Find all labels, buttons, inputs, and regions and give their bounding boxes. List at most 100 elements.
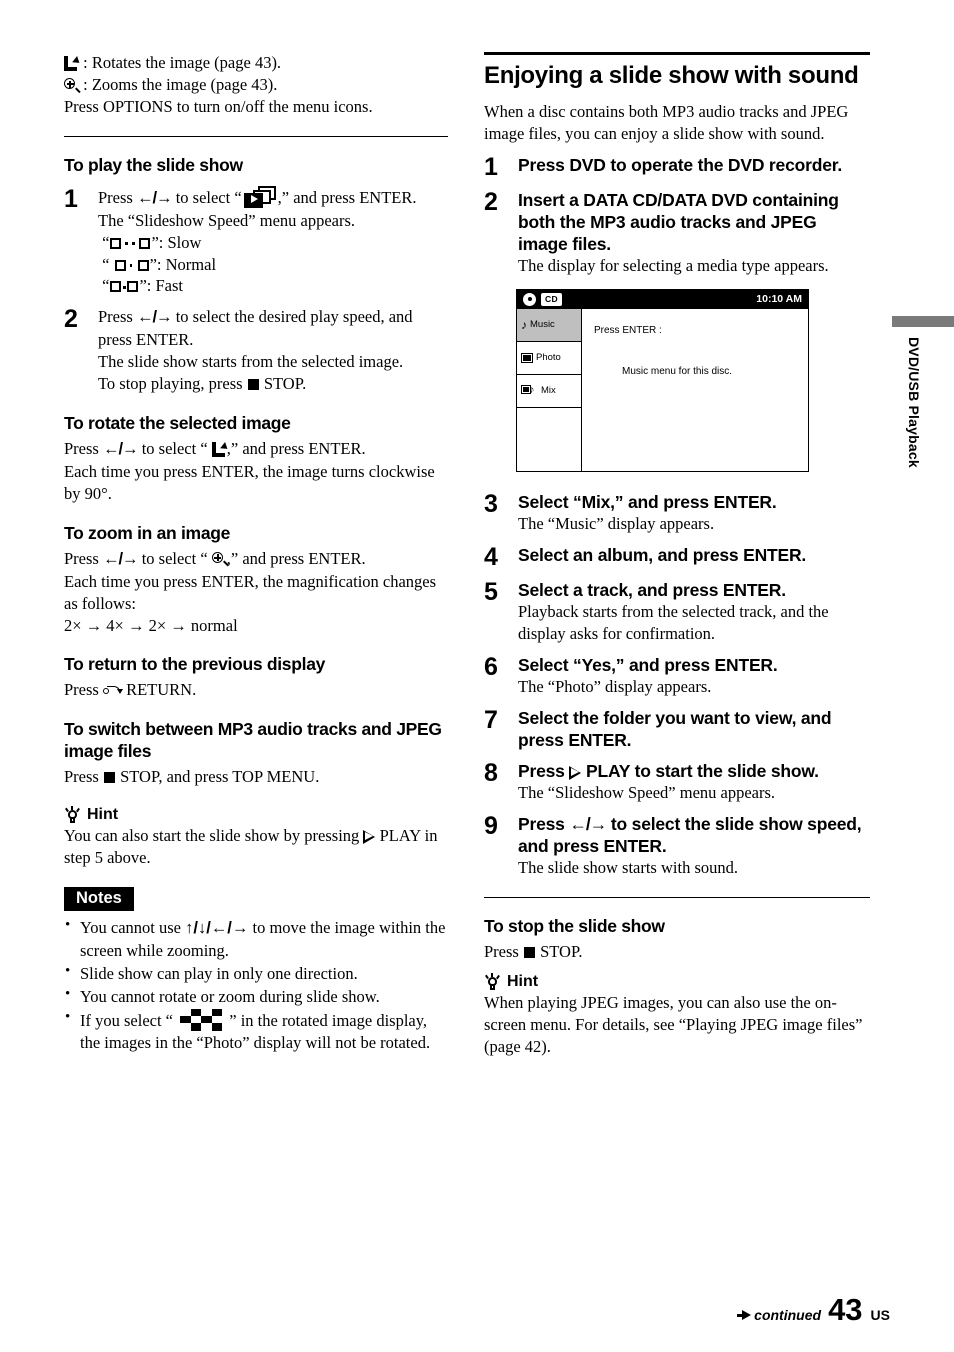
page-title: Enjoying a slide show with sound: [484, 62, 859, 89]
tv-menu-item-music-label: Music: [530, 319, 555, 331]
tv-menu-item-empty: [517, 408, 581, 441]
hint-header: Hint: [64, 805, 448, 824]
right-step-8-number: 8: [484, 758, 498, 787]
right-step-2: 2 Insert a DATA CD/DATA DVD containing b…: [484, 189, 870, 277]
right-step-9-sub: The slide show starts with sound.: [518, 858, 738, 878]
manual-page: : Rotates the image (page 43). : Zooms t…: [0, 0, 954, 1352]
speed-fast-quote-open: “: [102, 276, 110, 296]
speed-option-normal: “ ”: Normal: [98, 254, 448, 276]
left-step-2: 2 Press ←/→ to select the desired play s…: [64, 306, 448, 395]
side-tab-label: DVD/USB Playback: [906, 337, 922, 468]
rotate-icon: [211, 442, 230, 457]
right-step-2-number: 2: [484, 187, 498, 216]
right-step-9: 9 Press ←/→ to select the slide show spe…: [484, 813, 870, 879]
right-step-2-sub: The display for selecting a media type a…: [518, 256, 829, 276]
left-right-arrows-icon: ←/→: [569, 813, 607, 834]
tv-body: ♪ Music Photo ♪ Mix Press ENTER : Music …: [517, 308, 808, 471]
zoom-magnification-sequence: 2× → 4× → 2× → normal: [64, 615, 238, 635]
left-step-1-mid: to select “: [171, 187, 242, 207]
left-step-1: 1 Press ←/→ to select “ ,” and press ENTE…: [64, 184, 448, 298]
right-step-5-sub: Playback starts from the selected track,…: [518, 601, 829, 643]
left-hint-text-prefix: You can also start the slide show by pre…: [64, 825, 364, 845]
note-1-prefix: You cannot use: [80, 917, 186, 937]
right-step-5-number: 5: [484, 577, 498, 606]
right-step-7: 7 Select the folder you want to view, an…: [484, 707, 870, 751]
tv-menu-item-photo[interactable]: Photo: [517, 342, 581, 375]
lightbulb-icon: [484, 972, 500, 991]
speed-slow-icon: [110, 237, 151, 250]
switch-instruction-prefix: Press: [64, 767, 103, 786]
notes-list: You cannot use ↑/↓/←/→ to move the image…: [64, 916, 448, 1054]
right-step-1: 1 Press DVD to operate the DVD recorder.: [484, 154, 870, 180]
right-step-4: 4 Select an album, and press ENTER.: [484, 544, 870, 570]
return-instruction-suffix: RETURN.: [121, 680, 197, 700]
left-step-1-sub: The “Slideshow Speed” menu appears.: [98, 210, 356, 230]
speed-fast-icon: [110, 281, 139, 293]
tv-enter-prompt: Press ENTER :: [594, 324, 662, 336]
page-number: 43: [828, 1292, 863, 1327]
left-step-2-number: 2: [64, 305, 78, 334]
right-step-6: 6 Select “Yes,” and press ENTER. The “Ph…: [484, 654, 870, 698]
hint-header: Hint: [484, 972, 870, 991]
left-hint-block: Hint You can also start the slide show b…: [64, 805, 448, 869]
zoom-instruction-prefix: Press: [64, 548, 103, 568]
play-icon: [363, 829, 376, 844]
left-step-2-sub-1: The slide show starts from the selected …: [98, 352, 404, 372]
heading-play-slide-show: To play the slide show: [64, 154, 243, 175]
return-instruction-prefix: Press: [64, 680, 103, 700]
note-item: If you select “ ” in the rotated image d…: [64, 1008, 448, 1054]
heading-return-previous: To return to the previous display: [64, 654, 326, 675]
speed-normal-icon: [114, 259, 149, 272]
rotate-icon: [64, 56, 82, 71]
note-3-text: You cannot rotate or zoom during slide s…: [80, 986, 380, 1006]
right-step-7-title: Select the folder you want to view, and …: [518, 707, 832, 750]
note-4-prefix: If you select “: [80, 1010, 178, 1030]
left-step-2-sub-2: To stop playing, press STOP.: [98, 373, 448, 395]
right-step-8-sub: The “Slideshow Speed” menu appears.: [518, 782, 776, 802]
right-step-8-suffix: PLAY to start the slide show.: [581, 760, 819, 781]
zoom-instruction-2: Each time you press ENTER, the magnifica…: [64, 571, 437, 613]
tv-media-menu: ♪ Music Photo ♪ Mix: [517, 308, 582, 471]
speed-fast-label: Fast: [155, 276, 184, 296]
right-hint-text: When playing JPEG images, you can also u…: [484, 992, 863, 1056]
note-item: You cannot rotate or zoom during slide s…: [64, 985, 448, 1008]
left-right-arrows-icon: ←/→: [102, 440, 139, 458]
tv-menu-item-mix[interactable]: ♪ Mix: [517, 375, 581, 408]
right-step-3: 3 Select “Mix,” and press ENTER. The “Mu…: [484, 491, 870, 535]
note-item: You cannot use ↑/↓/←/→ to move the image…: [64, 916, 448, 962]
disc-type-badge: CD: [541, 292, 562, 306]
rotate-legend-line: : Rotates the image (page 43).: [64, 52, 448, 74]
continued-label: continued: [754, 1307, 822, 1323]
speed-normal-label: Normal: [165, 254, 217, 274]
tv-titlebar: CD 10:10 AM: [517, 289, 808, 309]
tv-menu-item-music[interactable]: ♪ Music: [517, 308, 581, 342]
zoom-legend-text: : Zooms the image (page 43).: [83, 74, 278, 94]
tv-message: Music menu for this disc.: [622, 365, 733, 377]
right-step-6-number: 6: [484, 652, 498, 681]
left-hint-text: You can also start the slide show by pre…: [64, 825, 448, 869]
direction-arrows-icon: ↑/↓/←/→: [185, 918, 249, 937]
left-step-2-prefix: Press: [98, 307, 137, 327]
left-column: : Rotates the image (page 43). : Zooms t…: [64, 52, 448, 1054]
zoom-instruction-1: Press ←/→ to select “ ,” and press ENTER…: [64, 548, 448, 571]
side-tab-bar: [892, 316, 954, 327]
right-step-7-number: 7: [484, 705, 498, 734]
notes-block: Notes You cannot use ↑/↓/←/→ to move the…: [64, 886, 448, 1054]
return-icon: [102, 685, 123, 697]
play-icon: [569, 765, 582, 780]
notes-badge: Notes: [64, 886, 134, 911]
left-step-1-number: 1: [64, 184, 78, 213]
slideshow-icon: [243, 185, 276, 208]
right-step-9-title: Press ←/→ to select the slide show speed…: [518, 813, 870, 857]
switch-instruction: Press STOP, and press TOP MENU.: [64, 766, 448, 788]
left-step-2-sub-2-prefix: To stop playing, press: [98, 374, 247, 394]
right-step-3-title: Select “Mix,” and press ENTER.: [518, 491, 777, 512]
mix-icon: ♪: [521, 385, 538, 396]
speed-normal-quote-open: “: [102, 254, 110, 274]
right-step-6-sub: The “Photo” display appears.: [518, 676, 712, 696]
disc-dot-icon: [523, 292, 536, 306]
left-right-arrows-icon: ←/→: [136, 188, 173, 207]
stop-instruction-prefix: Press: [484, 941, 523, 961]
right-step-2-title: Insert a DATA CD/DATA DVD containing bot…: [518, 189, 839, 254]
checkerboard-icon: [180, 1008, 223, 1031]
